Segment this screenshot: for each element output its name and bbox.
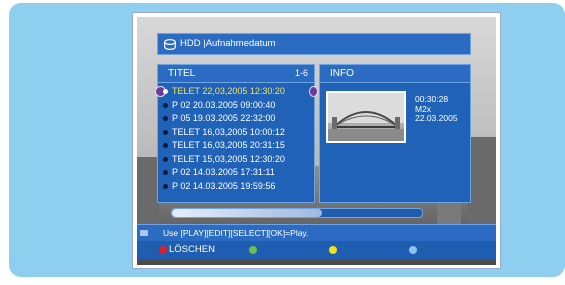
recording-label: TELET 22,03,2005 12:30:20 (172, 86, 285, 96)
tv-screen: HDD |Aufnahmedatum TITEL 1-6 TELET 22,03… (133, 13, 500, 268)
harbour-bridge-image (328, 93, 404, 141)
recording-item-selected[interactable]: TELET 22,03,2005 12:30:20 (155, 85, 318, 99)
recording-item[interactable]: P 02 14.03.2005 19:59:56 (158, 180, 314, 194)
bullet-icon (163, 156, 168, 162)
title-panel: TITEL 1-6 TELET 22,03,2005 12:30:20 P 02… (155, 64, 318, 203)
help-text: Use [PLAY][EDIT][SELECT][OK]=Play. (163, 228, 309, 238)
recording-item[interactable]: P 02 20.03.2005 09:00:40 (158, 99, 314, 113)
bullet-icon (163, 183, 168, 189)
recording-item[interactable]: TELET 16,03,2005 20:31:15 (158, 139, 314, 153)
hdd-icon (164, 38, 176, 58)
recording-label: TELET 16,03,2005 20:31:15 (172, 140, 285, 150)
help-bar: Use [PLAY][EDIT][SELECT][OK]=Play. (137, 224, 496, 242)
progress-fill (172, 209, 322, 217)
date-value: 22.03.2005 (415, 113, 458, 123)
recording-meta: 00:30:28 M2x 22.03.2005 (415, 94, 458, 124)
red-key-label[interactable]: LÖSCHEN (169, 241, 215, 259)
bullet-icon (163, 129, 168, 135)
recording-item[interactable]: P 05 19.03.2005 22:32:00 (158, 112, 314, 126)
header-bar: HDD |Aufnahmedatum (157, 33, 471, 55)
bullet-icon (163, 102, 168, 108)
title-panel-heading: TITEL (168, 68, 196, 79)
info-panel-header: INFO (320, 65, 470, 83)
recording-item[interactable]: TELET 15,03,2005 12:30:20 (158, 153, 314, 167)
yellow-key-icon[interactable] (329, 246, 337, 254)
info-panel-heading: INFO (330, 68, 354, 79)
recording-label: TELET 15,03,2005 12:30:20 (172, 153, 285, 164)
tv-icon (140, 230, 148, 236)
recording-label: P 02 20.03.2005 09:00:40 (172, 99, 276, 110)
recording-label: P 02 14.03.2005 17:31:11 (172, 167, 275, 177)
recording-label: P 05 19.03.2005 22:32:00 (172, 113, 276, 123)
title-count: 1-6 (294, 68, 308, 78)
recording-list: TELET 22,03,2005 12:30:20 P 02 20.03.200… (155, 85, 318, 194)
recording-item[interactable]: P 02 14.03.2005 17:31:11 (158, 166, 314, 180)
recording-label: TELET 16,03,2005 10:00:12 (172, 126, 285, 137)
recording-item[interactable]: TELET 16,03,2005 10:00:12 (158, 126, 314, 140)
title-panel-header: TITEL 1-6 (158, 65, 314, 83)
progress-bar (171, 208, 423, 218)
red-key-icon[interactable] (159, 246, 167, 254)
bullet-icon (163, 89, 168, 94)
header-title: HDD |Aufnahmedatum (180, 38, 276, 49)
green-key-icon[interactable] (249, 246, 257, 254)
bullet-icon (163, 170, 168, 175)
preview-thumbnail (326, 91, 406, 143)
color-key-bar: LÖSCHEN (137, 241, 496, 259)
selection-right-marker-icon (309, 86, 318, 97)
blue-key-icon[interactable] (409, 246, 417, 254)
bullet-icon (163, 116, 168, 121)
recording-label: P 02 14.03.2005 19:59:56 (172, 180, 276, 191)
bullet-icon (163, 143, 168, 148)
info-panel: INFO 00:30:28 M2x 22.03.2005 (319, 64, 471, 203)
